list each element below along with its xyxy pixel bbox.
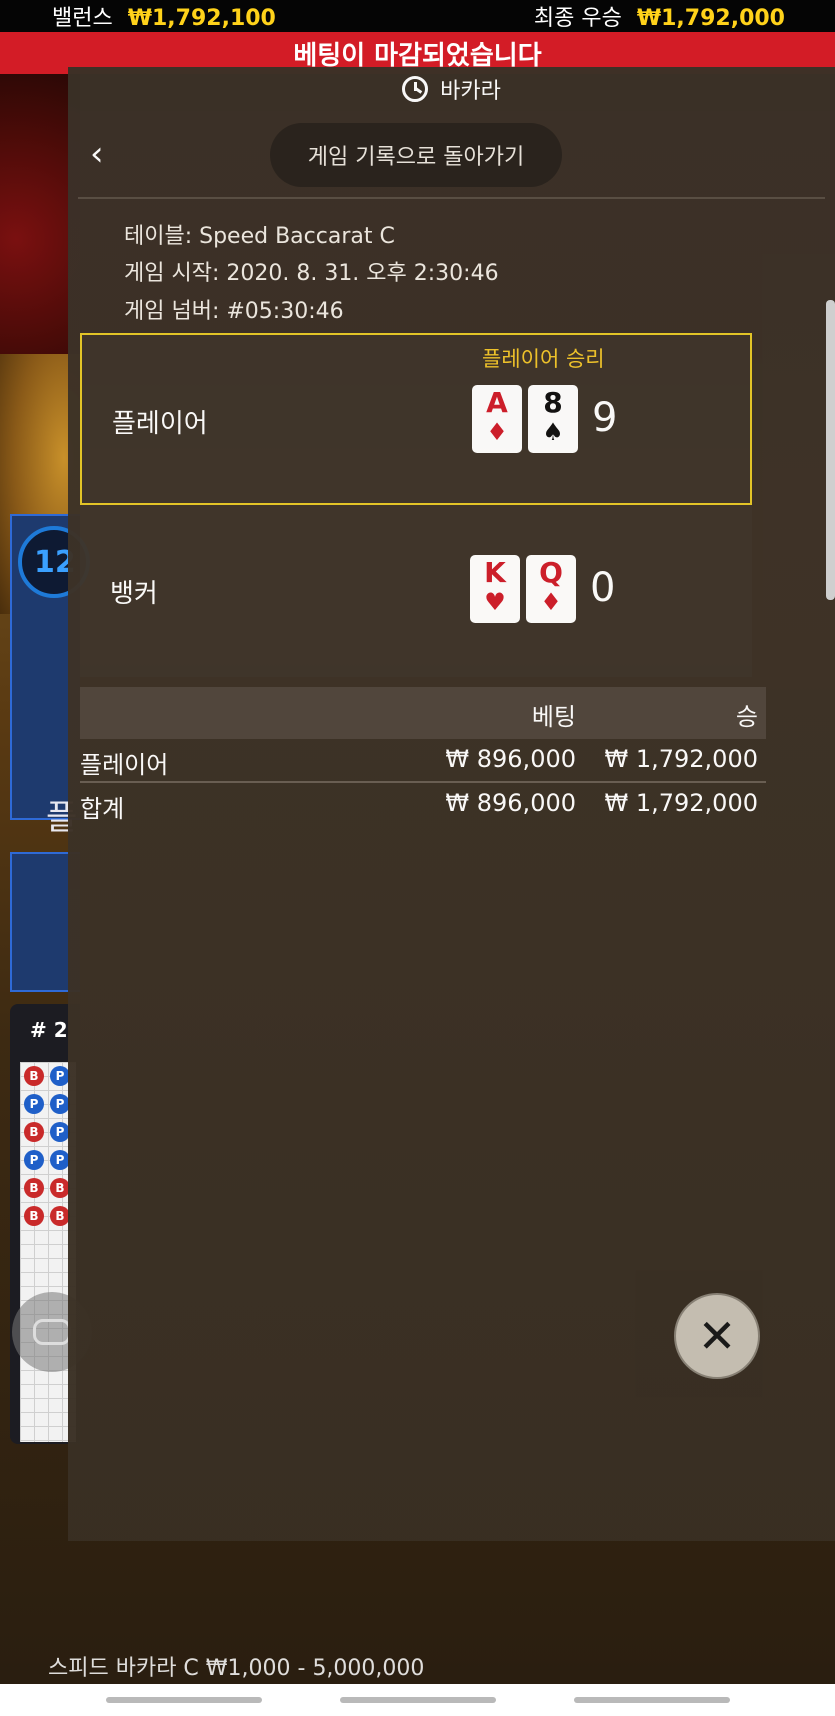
close-button[interactable]: ✕ [674, 1293, 760, 1379]
game-start-time: 게임 시작: 2020. 8. 31. 오후 2:30:46 [124, 261, 499, 286]
bets-table-header: 베팅 승 [80, 687, 766, 739]
table-limit: 스피드 바카라 C ₩1,000 - 5,000,000 [48, 1656, 425, 1681]
spade-icon: ♠ [542, 418, 564, 446]
chat-icon [33, 1319, 71, 1345]
final-win: 최종 우승 ₩1,792,000 [534, 0, 785, 32]
nav-home[interactable] [340, 1697, 496, 1703]
scoreboard-count: # 2 [30, 1018, 68, 1042]
final-win-label: 최종 우승 [533, 6, 622, 31]
total-bet: ₩ 896,000 [445, 789, 576, 817]
nav-recent-apps[interactable] [106, 1697, 262, 1703]
bet-amount: ₩ 896,000 [445, 745, 576, 773]
final-win-value: ₩1,792,000 [636, 6, 785, 31]
bead-banker: B [24, 1206, 44, 1226]
bet-column-header: 베팅 [531, 703, 576, 731]
card-rank: 8 [543, 386, 563, 419]
bead-player: P [24, 1150, 44, 1170]
close-icon: ✕ [697, 1309, 737, 1363]
heart-icon: ♥ [484, 588, 506, 616]
win-label: 플레이어 승리 [482, 347, 605, 371]
bead-player: P [50, 1122, 70, 1142]
bead-player: P [50, 1094, 70, 1114]
panel-title: 바카라 [440, 79, 501, 104]
banker-label: 뱅커 [110, 579, 158, 609]
panel-header: 바카라 [68, 67, 835, 111]
diamond-icon: ♦ [486, 418, 508, 446]
scrollbar[interactable] [826, 300, 835, 600]
chevron-left-icon[interactable]: ‹ [90, 137, 118, 171]
table-name: 테이블: Speed Baccarat C [124, 224, 395, 249]
bead-banker: B [24, 1122, 44, 1142]
card-rank: K [484, 556, 506, 589]
playing-card: 8 ♠ [528, 385, 578, 453]
back-to-history-button[interactable]: 게임 기록으로 돌아가기 [270, 123, 562, 187]
playing-card: A ♦ [472, 385, 522, 453]
bead-banker: B [24, 1178, 44, 1198]
bead-banker: B [50, 1178, 70, 1198]
balance-value: ₩1,792,100 [127, 6, 276, 31]
playing-card: Q ♦ [526, 555, 576, 623]
bet-type: 플레이어 [80, 751, 169, 779]
bead-banker: B [24, 1066, 44, 1086]
player-label: 플레이어 [112, 409, 208, 439]
card-rank: Q [539, 556, 563, 589]
banker-result: 뱅커 K ♥ Q ♦ 0 [80, 505, 752, 677]
card-rank: A [486, 386, 508, 419]
bead-player: P [24, 1094, 44, 1114]
game-number: 게임 넘버: #05:30:46 [124, 299, 344, 324]
table-row: 합계 ₩ 896,000 ₩ 1,792,000 [80, 783, 766, 827]
status-bar: 밸런스 ₩1,792,100 최종 우승 ₩1,792,000 [0, 0, 835, 32]
playing-card: K ♥ [470, 555, 520, 623]
nav-back[interactable] [574, 1697, 730, 1703]
total-win: ₩ 1,792,000 [604, 789, 758, 817]
game-history-panel: 바카라 ‹ 게임 기록으로 돌아가기 테이블: Speed Baccarat C… [68, 67, 835, 1541]
balance-label: 밸런스 [52, 6, 113, 31]
bead-banker: B [50, 1206, 70, 1226]
banker-score: 0 [590, 565, 616, 611]
bead-player: P [50, 1150, 70, 1170]
divider [78, 197, 825, 199]
win-column-header: 승 [735, 703, 758, 731]
player-result: 플레이어 플레이어 승리 A ♦ 8 ♠ 9 [80, 333, 752, 505]
balance: 밸런스 ₩1,792,100 [52, 0, 276, 32]
diamond-icon: ♦ [540, 588, 562, 616]
table-row: 플레이어 ₩ 896,000 ₩ 1,792,000 [80, 739, 766, 783]
total-label: 합계 [80, 795, 125, 823]
bead-player: P [50, 1066, 70, 1086]
history-icon [402, 76, 429, 102]
win-amount: ₩ 1,792,000 [604, 745, 758, 773]
player-score: 9 [592, 395, 618, 441]
